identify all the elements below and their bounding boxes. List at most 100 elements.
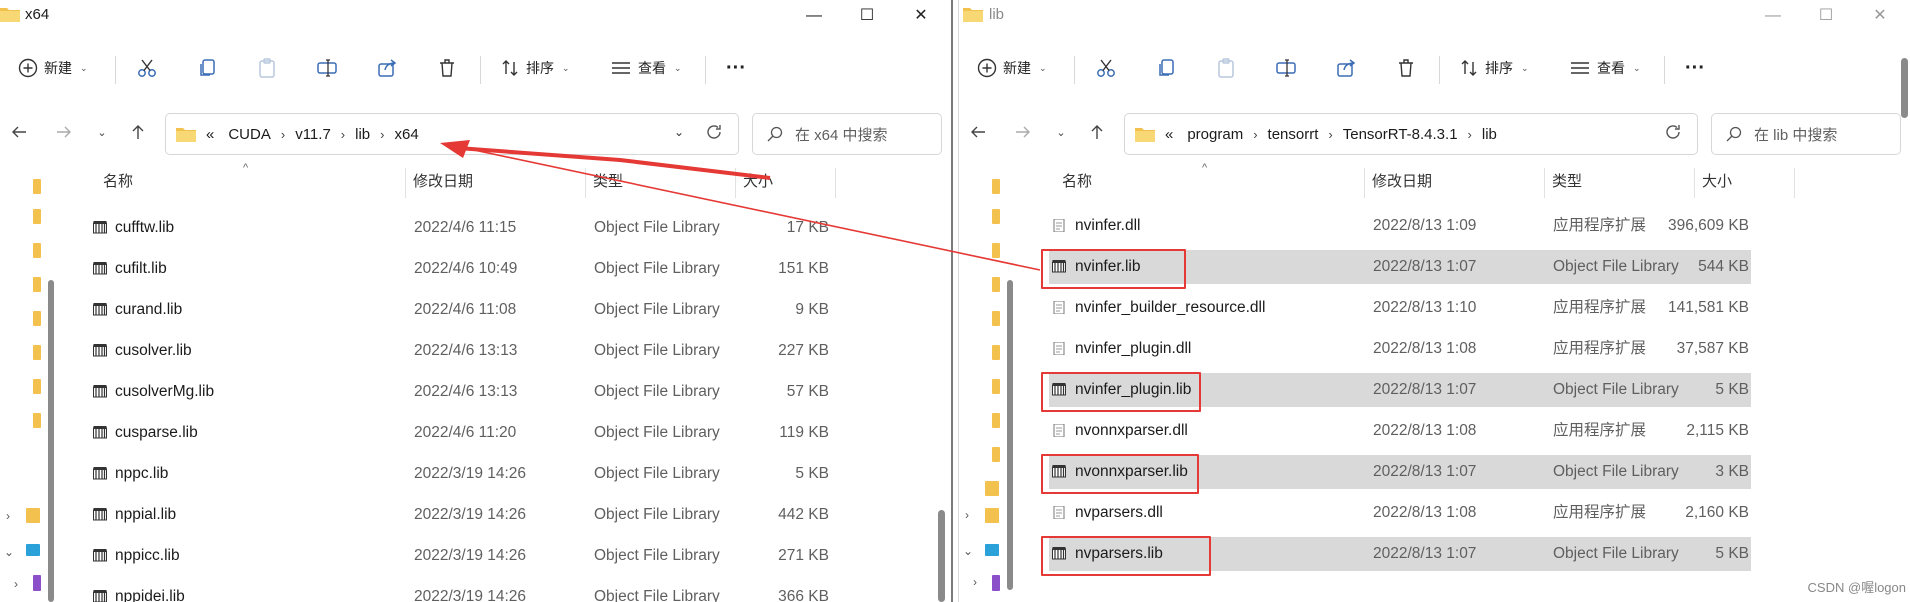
paste-button[interactable] (256, 48, 278, 88)
up-button[interactable] (1083, 118, 1111, 146)
nav-folder-icon[interactable] (992, 311, 1000, 326)
chevron-right-icon[interactable]: › (380, 127, 384, 142)
column-header-size[interactable]: 大小 (735, 168, 835, 198)
rename-button[interactable] (316, 48, 338, 88)
drive-icon[interactable] (33, 575, 41, 591)
file-row[interactable]: cufilt.lib 2022/4/6 10:49 Object File Libr… (90, 252, 860, 286)
new-button[interactable]: 新建 ⌄ (977, 48, 1047, 88)
column-header-name[interactable]: 名称 (95, 168, 405, 198)
minimize-button[interactable]: — (1753, 4, 1793, 28)
nav-folder-icon[interactable] (985, 481, 999, 496)
copy-button[interactable] (1155, 48, 1177, 88)
file-row[interactable]: cusparse.lib 2022/4/6 11:20 Object File Li… (90, 416, 860, 450)
this-pc-icon[interactable] (26, 544, 40, 556)
breadcrumb-overflow[interactable]: « (206, 126, 214, 143)
sort-button[interactable]: 排序 ⌄ (500, 48, 570, 88)
file-row[interactable]: nppidei.lib 2022/3/19 14:26 Object File Li… (90, 580, 860, 602)
column-header-date[interactable]: 修改日期 (1364, 168, 1544, 198)
file-row[interactable]: nvinfer_plugin.dll 2022/8/13 1:08 应用程序扩展 37… (1049, 332, 1751, 366)
file-row[interactable]: cufftw.lib 2022/4/6 11:15 Object File Libr… (90, 211, 860, 245)
paste-button[interactable] (1215, 48, 1237, 88)
file-row[interactable]: nppc.lib 2022/3/19 14:26 Object File Libra… (90, 457, 860, 491)
sort-button[interactable]: 排序 ⌄ (1459, 48, 1529, 88)
drive-icon[interactable] (992, 575, 1000, 591)
cut-button[interactable] (1095, 48, 1117, 88)
more-options-button[interactable]: ··· (1685, 48, 1705, 88)
column-divider[interactable] (1794, 168, 1795, 198)
breadcrumb-item[interactable]: x64 (395, 126, 419, 143)
refresh-icon[interactable] (1663, 122, 1683, 142)
chevron-right-icon[interactable]: › (1328, 127, 1332, 142)
chevron-right-icon[interactable]: › (281, 127, 285, 142)
chevron-right-icon[interactable]: › (965, 508, 969, 522)
nav-folder-icon[interactable] (33, 209, 41, 224)
column-header-name[interactable]: 名称 (1054, 168, 1364, 198)
file-row[interactable]: cusolver.lib 2022/4/6 13:13 Object File Li… (90, 334, 860, 368)
chevron-right-icon[interactable]: › (341, 127, 345, 142)
file-row[interactable]: nvparsers.dll 2022/8/13 1:08 应用程序扩展 2,160 K… (1049, 496, 1751, 530)
column-header-type[interactable]: 类型 (1544, 168, 1694, 198)
chevron-right-icon[interactable]: › (1253, 127, 1257, 142)
refresh-icon[interactable] (704, 122, 724, 142)
maximize-button[interactable]: ☐ (1806, 4, 1846, 28)
column-divider[interactable] (835, 168, 836, 198)
nav-folder-icon[interactable] (992, 447, 1000, 462)
nav-folder-icon[interactable] (985, 508, 999, 523)
close-button[interactable]: ✕ (901, 4, 941, 28)
address-bar[interactable]: « CUDA › v11.7 › lib › x64 ⌄ (165, 113, 739, 155)
nav-folder-icon[interactable] (992, 379, 1000, 394)
nav-folder-icon[interactable] (33, 413, 41, 428)
this-pc-icon[interactable] (985, 544, 999, 556)
up-button[interactable] (124, 118, 152, 146)
nav-folder-icon[interactable] (33, 179, 41, 194)
forward-button[interactable] (50, 118, 78, 146)
breadcrumb-item[interactable]: tensorrt (1268, 126, 1319, 143)
navigation-pane[interactable]: › ⌄ › (959, 165, 1007, 602)
title-bar[interactable]: x64 — ☐ ✕ (0, 0, 951, 32)
file-row[interactable]: nvinfer_builder_resource.dll 2022/8/13 1:… (1049, 291, 1751, 325)
file-row[interactable]: nppial.lib 2022/3/19 14:26 Object File Lib… (90, 498, 860, 532)
breadcrumb-item[interactable]: v11.7 (295, 126, 331, 143)
breadcrumb-item[interactable]: lib (355, 126, 370, 143)
address-bar[interactable]: « program › tensorrt › TensorRT-8.4.3.1 › l… (1124, 113, 1698, 155)
column-header-type[interactable]: 类型 (585, 168, 735, 198)
view-button[interactable]: 查看 ⌄ (1569, 48, 1641, 88)
nav-folder-icon[interactable] (992, 243, 1000, 258)
nav-pane-scrollbar[interactable] (48, 280, 54, 602)
cut-button[interactable] (136, 48, 158, 88)
file-row[interactable]: nvonnxparser.dll 2022/8/13 1:08 应用程序扩展 2,11… (1049, 414, 1751, 448)
share-button[interactable] (376, 48, 398, 88)
nav-folder-icon[interactable] (33, 277, 41, 292)
delete-button[interactable] (436, 48, 458, 88)
breadcrumb-item[interactable]: CUDA (228, 126, 271, 143)
rename-button[interactable] (1275, 48, 1297, 88)
chevron-down-icon[interactable]: ⌄ (4, 545, 14, 559)
delete-button[interactable] (1395, 48, 1417, 88)
recent-locations-button[interactable]: ⌄ (88, 118, 116, 146)
copy-button[interactable] (196, 48, 218, 88)
nav-folder-icon[interactable] (33, 311, 41, 326)
nav-folder-icon[interactable] (992, 413, 1000, 428)
nav-folder-icon[interactable] (992, 277, 1000, 292)
breadcrumb-overflow[interactable]: « (1165, 126, 1173, 143)
nav-folder-icon[interactable] (33, 379, 41, 394)
breadcrumb-item[interactable]: lib (1482, 126, 1497, 143)
more-options-button[interactable]: ··· (726, 48, 746, 88)
nav-folder-icon[interactable] (992, 345, 1000, 360)
search-box[interactable]: 在 x64 中搜索 (752, 113, 942, 155)
column-header-size[interactable]: 大小 (1694, 168, 1794, 198)
file-row[interactable]: cusolverMg.lib 2022/4/6 13:13 Object File … (90, 375, 860, 409)
new-button[interactable]: 新建 ⌄ (18, 48, 88, 88)
view-button[interactable]: 查看 ⌄ (610, 48, 682, 88)
column-header-date[interactable]: 修改日期 (405, 168, 585, 198)
maximize-button[interactable]: ☐ (847, 4, 887, 28)
nav-folder-icon[interactable] (26, 508, 40, 523)
breadcrumb-item[interactable]: program (1187, 126, 1243, 143)
nav-folder-icon[interactable] (33, 345, 41, 360)
nav-folder-icon[interactable] (33, 243, 41, 258)
file-row[interactable]: nppicc.lib 2022/3/19 14:26 Object File Lib… (90, 539, 860, 573)
chevron-down-icon[interactable]: ⌄ (963, 544, 973, 558)
forward-button[interactable] (1009, 118, 1037, 146)
chevron-right-icon[interactable]: › (1468, 127, 1472, 142)
nav-pane-scrollbar[interactable] (1007, 280, 1013, 590)
